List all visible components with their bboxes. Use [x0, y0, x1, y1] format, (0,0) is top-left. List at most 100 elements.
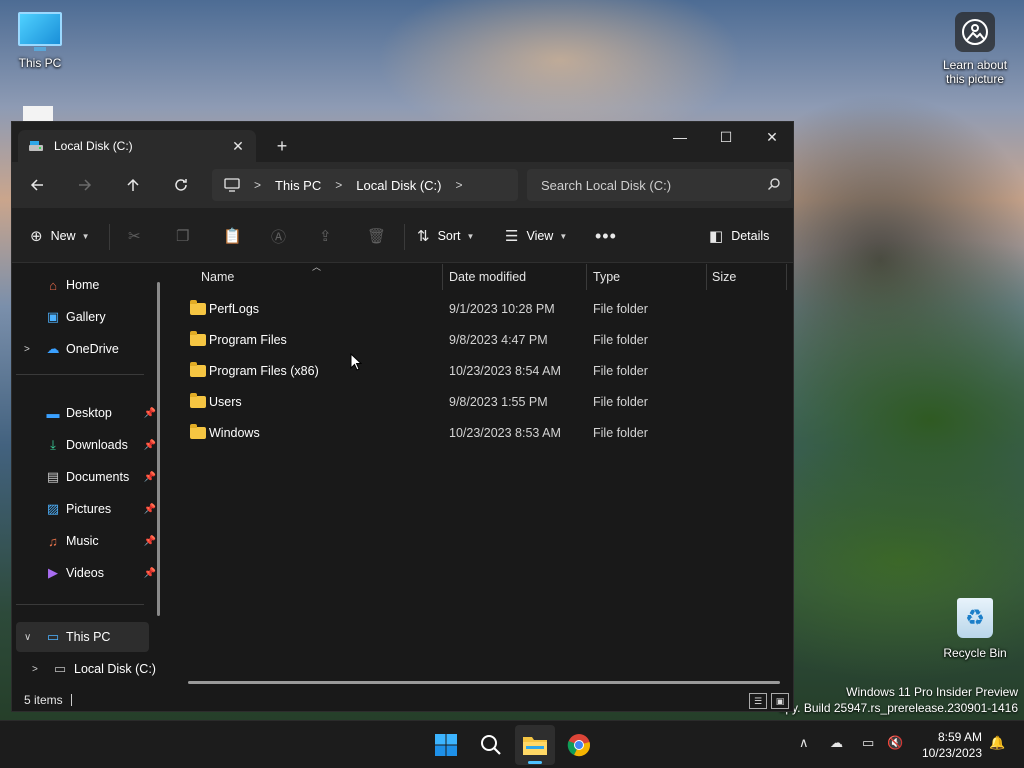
column-header-size[interactable]: Size: [712, 264, 736, 290]
folder-icon: [190, 300, 206, 315]
search-box[interactable]: [527, 169, 791, 201]
chevron-right-icon[interactable]: >: [24, 344, 30, 355]
folder-icon: [523, 737, 547, 755]
new-tab-button[interactable]: +: [270, 134, 294, 158]
desktop-icon-label: this picture: [945, 72, 1005, 86]
sort-button[interactable]: ⇅ Sort ▼: [417, 224, 474, 248]
column-header-date[interactable]: Date modified: [449, 264, 526, 290]
sidebar-item-label: OneDrive: [66, 342, 119, 356]
column-header-name[interactable]: Name: [201, 264, 234, 290]
tab-local-disk[interactable]: Local Disk (C:) ✕: [18, 130, 256, 162]
recycle-bin-icon: ♻: [957, 598, 993, 638]
close-tab-icon[interactable]: ✕: [228, 136, 248, 156]
view-button[interactable]: ☰ View ▼: [505, 224, 567, 248]
add-circle-icon: ⊕: [30, 228, 43, 245]
chevron-right-icon[interactable]: >: [32, 664, 38, 675]
pin-icon[interactable]: 📌: [144, 408, 156, 419]
share-button[interactable]: ⇪: [319, 224, 332, 248]
status-bar: 5 items: [12, 688, 793, 711]
pin-icon[interactable]: 📌: [144, 440, 156, 451]
new-button[interactable]: ⊕ New ▼: [30, 224, 90, 248]
sidebar-scrollbar[interactable]: [157, 282, 160, 616]
sidebar-item-gallery[interactable]: ▣ Gallery: [12, 302, 160, 332]
address-bar[interactable]: > This PC > Local Disk (C:) >: [212, 169, 518, 201]
chevron-up-icon[interactable]: ∧: [799, 735, 809, 751]
tab-title: Local Disk (C:): [54, 139, 133, 153]
notification-bell-icon[interactable]: 🔔: [989, 735, 1005, 751]
refresh-button[interactable]: [166, 172, 196, 198]
desktop-icon-this-pc[interactable]: This PC: [0, 12, 80, 70]
file-date: 9/1/2023 10:28 PM: [449, 302, 555, 316]
file-explorer-taskbar-button[interactable]: [515, 725, 555, 765]
command-divider: [109, 224, 110, 250]
chevron-right-icon[interactable]: >: [254, 178, 261, 192]
column-header-type[interactable]: Type: [593, 264, 620, 290]
desktop-icon-learn-about-picture[interactable]: Learn about this picture: [935, 12, 1015, 86]
chevron-right-icon[interactable]: >: [335, 178, 342, 192]
forward-button[interactable]: [70, 172, 100, 198]
pin-icon[interactable]: 📌: [144, 504, 156, 515]
breadcrumb-local-disk[interactable]: Local Disk (C:): [356, 178, 441, 193]
file-name: PerfLogs: [209, 302, 260, 316]
sidebar-item-local-disk[interactable]: > ▭ Local Disk (C:): [12, 654, 160, 684]
system-clock[interactable]: 8:59 AM 10/23/2023: [922, 729, 982, 761]
up-button[interactable]: [118, 172, 148, 198]
delete-button[interactable]: 🗑: [367, 224, 386, 248]
minimize-button[interactable]: —: [657, 122, 703, 152]
paste-button[interactable]: 📋: [223, 224, 242, 248]
copy-button[interactable]: ❐: [176, 224, 189, 248]
details-pane-button[interactable]: ◧ Details: [709, 224, 769, 248]
column-divider[interactable]: [706, 264, 707, 290]
desktop-icon-recycle-bin[interactable]: ♻ Recycle Bin: [935, 598, 1015, 660]
details-view-toggle[interactable]: ☰: [749, 693, 767, 709]
horizontal-scrollbar[interactable]: [188, 681, 780, 684]
breadcrumb-this-pc[interactable]: This PC: [275, 178, 321, 193]
sidebar-item-videos[interactable]: ▶ Videos 📌: [12, 558, 160, 588]
table-row[interactable]: PerfLogs 9/1/2023 10:28 PM File folder: [188, 294, 782, 324]
pin-icon[interactable]: 📌: [144, 568, 156, 579]
table-row[interactable]: Program Files 9/8/2023 4:47 PM File fold…: [188, 325, 782, 355]
cut-button[interactable]: ✂: [128, 224, 141, 248]
pin-icon[interactable]: 📌: [144, 472, 156, 483]
close-window-button[interactable]: ✕: [749, 122, 793, 152]
sort-label: Sort: [437, 229, 461, 243]
sidebar-item-label: Gallery: [66, 310, 106, 324]
rename-button[interactable]: Ⓐ: [271, 224, 286, 248]
drive-icon: [29, 141, 43, 151]
search-icon[interactable]: [767, 177, 781, 191]
sidebar-item-label: Videos: [66, 566, 104, 580]
search-taskbar-button[interactable]: [471, 725, 511, 765]
tiles-view-toggle[interactable]: ▣: [771, 693, 789, 709]
back-button[interactable]: [22, 172, 52, 198]
table-row[interactable]: Users 9/8/2023 1:55 PM File folder: [188, 387, 782, 417]
sidebar-item-music[interactable]: ♫ Music 📌: [12, 526, 160, 556]
more-options-button[interactable]: •••: [595, 224, 625, 248]
start-button[interactable]: [426, 725, 466, 765]
sidebar-item-home[interactable]: ⌂ Home: [12, 270, 160, 300]
sidebar-item-desktop[interactable]: ▬ Desktop 📌: [12, 398, 160, 428]
chevron-down-icon: ▼: [559, 231, 568, 241]
sidebar-item-this-pc[interactable]: ∨ ▭ This PC: [16, 622, 149, 652]
chevron-down-icon: ▼: [81, 231, 90, 241]
chevron-down-icon[interactable]: ∨: [24, 632, 31, 643]
sidebar-item-pictures[interactable]: ▨ Pictures 📌: [12, 494, 160, 524]
column-divider[interactable]: [586, 264, 587, 290]
sidebar-item-downloads[interactable]: ⤓ Downloads 📌: [12, 430, 160, 460]
chevron-right-icon[interactable]: >: [456, 178, 463, 192]
column-divider[interactable]: [442, 264, 443, 290]
chrome-taskbar-button[interactable]: [559, 725, 599, 765]
sidebar-item-documents[interactable]: ▤ Documents 📌: [12, 462, 160, 492]
table-row[interactable]: Program Files (x86) 10/23/2023 8:54 AM F…: [188, 356, 782, 386]
cloud-icon: ☁: [46, 341, 60, 356]
maximize-button[interactable]: ☐: [703, 122, 749, 152]
column-divider[interactable]: [786, 264, 787, 290]
sidebar-item-onedrive[interactable]: > ☁ OneDrive: [12, 334, 160, 364]
onedrive-status-icon[interactable]: ☁: [830, 735, 843, 751]
table-row[interactable]: Windows 10/23/2023 8:53 AM File folder: [188, 418, 782, 448]
watermark-line: opy. Build 25947.rs_prerelease.230901-14…: [778, 701, 1018, 715]
volume-muted-icon[interactable]: 🔇: [887, 735, 903, 751]
search-input[interactable]: [541, 177, 756, 193]
command-bar: ⊕ New ▼ ✂ ❐ 📋 Ⓐ ⇪ 🗑 ⇅ Sort ▼ ☰ View ▼ ••…: [12, 208, 793, 263]
network-icon[interactable]: ▭: [862, 735, 874, 751]
pin-icon[interactable]: 📌: [144, 536, 156, 547]
